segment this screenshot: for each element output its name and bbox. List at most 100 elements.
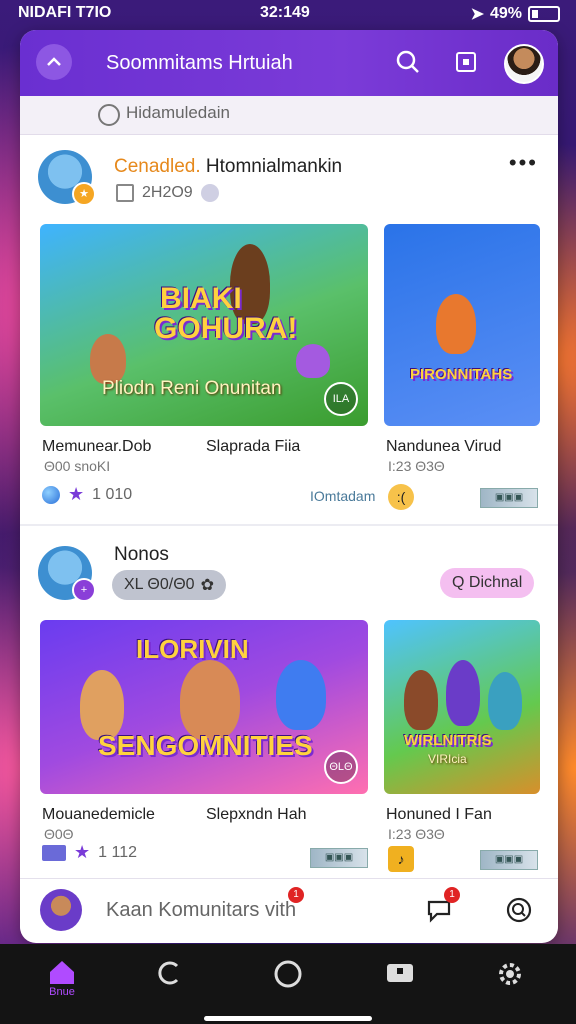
- profile-avatar[interactable]: [504, 44, 544, 84]
- clock: 32:149: [260, 4, 310, 21]
- share-button[interactable]: [452, 48, 480, 76]
- carrier-text: NIDAFI T7IO: [18, 4, 112, 21]
- side-card-image[interactable]: WIRLNITRIS VIRIcia: [384, 620, 540, 794]
- back-button[interactable]: [36, 44, 72, 80]
- home-icon: [50, 961, 74, 984]
- page-title: Soommitams Hrtuiah: [106, 52, 293, 74]
- post-date: 2H2O9: [142, 184, 193, 201]
- nav-briefcase[interactable]: [370, 958, 430, 1008]
- radio-icon[interactable]: [98, 104, 120, 126]
- community-panel: Soommitams Hrtuiah Hidamuledain ★ Cenadl…: [20, 30, 558, 942]
- featured-card-image[interactable]: BIAKI GOHURA! Pliodn Reni Onunitan ILA: [40, 224, 368, 426]
- avatar[interactable]: [40, 889, 82, 931]
- post-1: ★ Cenadled. Htomnialmankin 2H2O9 ••• BIA…: [20, 134, 558, 524]
- card-title: Slepxndn Hah: [206, 806, 307, 823]
- card-title: Nanduneа Virud: [386, 438, 502, 455]
- more-options-button[interactable]: •••: [509, 150, 538, 176]
- character-figure: [404, 670, 438, 730]
- character-figure: [180, 660, 240, 740]
- emoji-icon[interactable]: :(: [388, 484, 414, 510]
- divider: [20, 524, 558, 526]
- battery-level: 49%: [489, 5, 522, 22]
- card-subtitle: Θ0Θ: [44, 826, 74, 842]
- globe-icon: [42, 485, 60, 504]
- post-title-text: Htomnialmankin: [205, 156, 343, 177]
- checkbox-icon[interactable]: [116, 184, 134, 202]
- search-text: Hidamuledain: [126, 103, 230, 122]
- play-icon[interactable]: ILA: [324, 382, 358, 416]
- card-subtitle: Θ00 snoKI: [44, 458, 111, 474]
- character-figure: [436, 294, 476, 354]
- post-tag: Cenadled.: [114, 156, 201, 177]
- star-icon[interactable]: ★: [68, 484, 84, 505]
- star-icon[interactable]: ★: [74, 842, 90, 863]
- sticker-icon[interactable]: ♪: [388, 846, 414, 872]
- chat-icon: [158, 961, 179, 985]
- thumbnail-strip[interactable]: ▣▣▣: [480, 488, 538, 508]
- avatar[interactable]: +: [38, 546, 96, 602]
- card-title: Honuned I Fan: [386, 806, 492, 823]
- chevron-up-icon: [47, 57, 61, 66]
- status-icons: ➤ 49%: [471, 4, 560, 24]
- stat-count: 1 010: [92, 485, 133, 503]
- character-figure: [446, 660, 480, 726]
- composer-input[interactable]: Kaan Komunitars vith: [106, 899, 296, 922]
- card-headline-2: SENGOMNITIES: [98, 730, 313, 761]
- search-strip[interactable]: Hidamuledain: [20, 96, 558, 135]
- side-card-headline: PIRONNITAHS: [410, 366, 513, 383]
- side-card-image[interactable]: PIRONNITAHS: [384, 224, 540, 426]
- side-card-headline: WIRLNITRIS: [404, 732, 492, 749]
- globe-icon: [200, 184, 219, 202]
- thumbnail-strip[interactable]: ▣▣▣: [480, 850, 538, 870]
- nav-chat[interactable]: [140, 958, 200, 1008]
- nav-settings[interactable]: [480, 958, 540, 1008]
- post-meta: 2H2O9: [116, 184, 219, 202]
- card-subtitle: I:23 Θ3Θ: [388, 458, 445, 474]
- thumbnail-strip[interactable]: ▣▣▣: [310, 848, 368, 868]
- gear-icon: [499, 963, 521, 985]
- card-headline-2: GOHURA!: [154, 312, 298, 345]
- search-button[interactable]: [394, 48, 422, 76]
- stats-row: ★ 1 010: [42, 484, 132, 505]
- join-chip[interactable]: Q Dichnal: [440, 568, 535, 598]
- side-card-sub: VIRIcia: [428, 752, 467, 766]
- card-title: Mouanedemicle: [42, 806, 155, 823]
- game-orb: [296, 344, 330, 378]
- card-title: Slaprada Fiia: [206, 438, 301, 455]
- card-subtitle: I:23 Θ3Θ: [388, 826, 445, 842]
- stats-row: ★ 1 112: [42, 842, 137, 863]
- nav-circle[interactable]: [258, 958, 318, 1008]
- badge-icon: ★: [72, 182, 96, 206]
- briefcase-icon: [387, 964, 413, 982]
- card-headline: BIAKI: [160, 282, 242, 315]
- card-overlay-text: Pliodn Reni Onunitan: [102, 378, 282, 399]
- location-icon: ➤: [470, 6, 484, 23]
- card-title: Memunear.Dob: [42, 438, 152, 455]
- app-header: Soommitams Hrtuiah: [20, 30, 558, 96]
- play-icon[interactable]: ΘLΘ: [324, 750, 358, 784]
- status-bar: NIDAFI T7IO 32:149 ➤ 49%: [0, 0, 576, 28]
- composer-bar: Kaan Komunitars vith 1 1: [20, 878, 558, 943]
- folder-icon: [42, 844, 66, 861]
- notification-badge: 1: [444, 887, 460, 903]
- bottom-nav: Bnue: [0, 944, 576, 1024]
- search-icon: [396, 50, 419, 73]
- post-2: + Nonos XL Θ0/Θ0 ✿ Q Dichnal ILORIVIN SE…: [20, 530, 558, 890]
- avatar[interactable]: ★: [38, 150, 96, 206]
- card-headline: ILORIVIN: [136, 634, 249, 664]
- flower-icon: ✿: [200, 577, 214, 594]
- character-figure: [90, 334, 126, 384]
- square-icon: [456, 52, 476, 72]
- search-button[interactable]: [504, 895, 534, 925]
- nav-home[interactable]: Bnue: [32, 958, 92, 1008]
- home-indicator[interactable]: [204, 1016, 372, 1021]
- stat-count: 1 112: [98, 843, 137, 861]
- badge-icon: +: [72, 578, 96, 602]
- stat-label: IOmtadam: [310, 488, 376, 504]
- member-chip[interactable]: XL Θ0/Θ0 ✿: [112, 570, 226, 600]
- featured-card-image[interactable]: ILORIVIN SENGOMNITIES ΘLΘ: [40, 620, 368, 794]
- notification-badge: 1: [288, 887, 304, 903]
- post-title: Nonos: [114, 544, 169, 565]
- chip-text: XL Θ0/Θ0: [124, 576, 195, 593]
- mascot-figure: [276, 660, 326, 730]
